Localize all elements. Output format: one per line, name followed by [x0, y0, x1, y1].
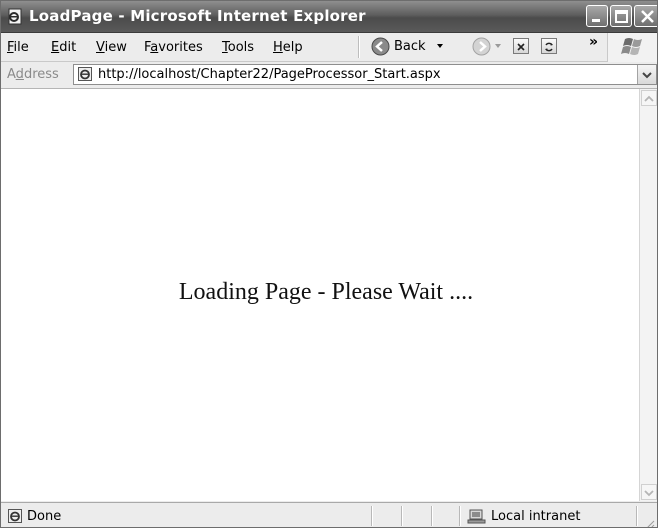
forward-dropdown-icon[interactable] — [495, 44, 501, 48]
menu-file[interactable]: File — [7, 40, 29, 55]
minimize-button[interactable] — [586, 5, 608, 27]
stop-button[interactable] — [513, 38, 529, 54]
close-button[interactable] — [634, 5, 657, 27]
menu-view[interactable]: View — [96, 40, 127, 55]
scroll-down-icon[interactable] — [641, 484, 657, 500]
forward-button[interactable] — [472, 37, 491, 56]
resize-grip-icon[interactable] — [643, 515, 655, 527]
maximize-button[interactable] — [610, 5, 632, 27]
ie-page-icon — [7, 8, 24, 25]
windows-logo — [607, 33, 657, 62]
address-url: http://localhost/Chapter22/PageProcessor… — [98, 67, 441, 82]
back-label: Back — [394, 39, 426, 54]
scroll-up-icon[interactable] — [641, 90, 657, 106]
vertical-scrollbar[interactable] — [639, 89, 657, 501]
menu-edit[interactable]: Edit — [51, 40, 76, 55]
browser-window: LoadPage - Microsoft Internet Explorer F… — [0, 0, 658, 528]
status-divider — [636, 506, 638, 526]
status-divider — [371, 506, 373, 526]
status-divider — [401, 506, 403, 526]
menu-tools[interactable]: Tools — [222, 40, 254, 55]
status-divider — [459, 506, 461, 526]
status-text: Done — [27, 509, 62, 524]
security-zone: Local intranet — [491, 509, 581, 524]
loading-message: Loading Page - Please Wait .... — [178, 279, 474, 305]
address-dropdown-button[interactable] — [637, 65, 656, 84]
title-bar[interactable]: LoadPage - Microsoft Internet Explorer — [1, 1, 657, 33]
status-divider — [431, 506, 433, 526]
address-bar: Address http://localhost/Chapter22/PageP… — [1, 62, 657, 89]
menu-bar: File Edit View Favorites Tools Help Back — [1, 33, 657, 62]
status-bar: Done Local intranet — [1, 502, 657, 527]
back-arrow-icon — [371, 37, 390, 56]
toolbar-separator — [358, 36, 360, 58]
done-page-icon — [7, 508, 23, 524]
back-dropdown-icon[interactable] — [437, 44, 443, 48]
window-title: LoadPage - Microsoft Internet Explorer — [29, 7, 366, 25]
page-icon — [77, 66, 93, 82]
intranet-icon — [467, 507, 487, 525]
address-input[interactable]: http://localhost/Chapter22/PageProcessor… — [73, 64, 657, 85]
menu-help[interactable]: Help — [273, 40, 303, 55]
page-content: Loading Page - Please Wait .... — [1, 89, 639, 501]
refresh-button[interactable] — [541, 38, 557, 54]
menu-favorites[interactable]: Favorites — [144, 40, 203, 55]
toolbar-overflow-icon[interactable]: » — [589, 34, 598, 50]
address-label: Address — [7, 67, 59, 82]
